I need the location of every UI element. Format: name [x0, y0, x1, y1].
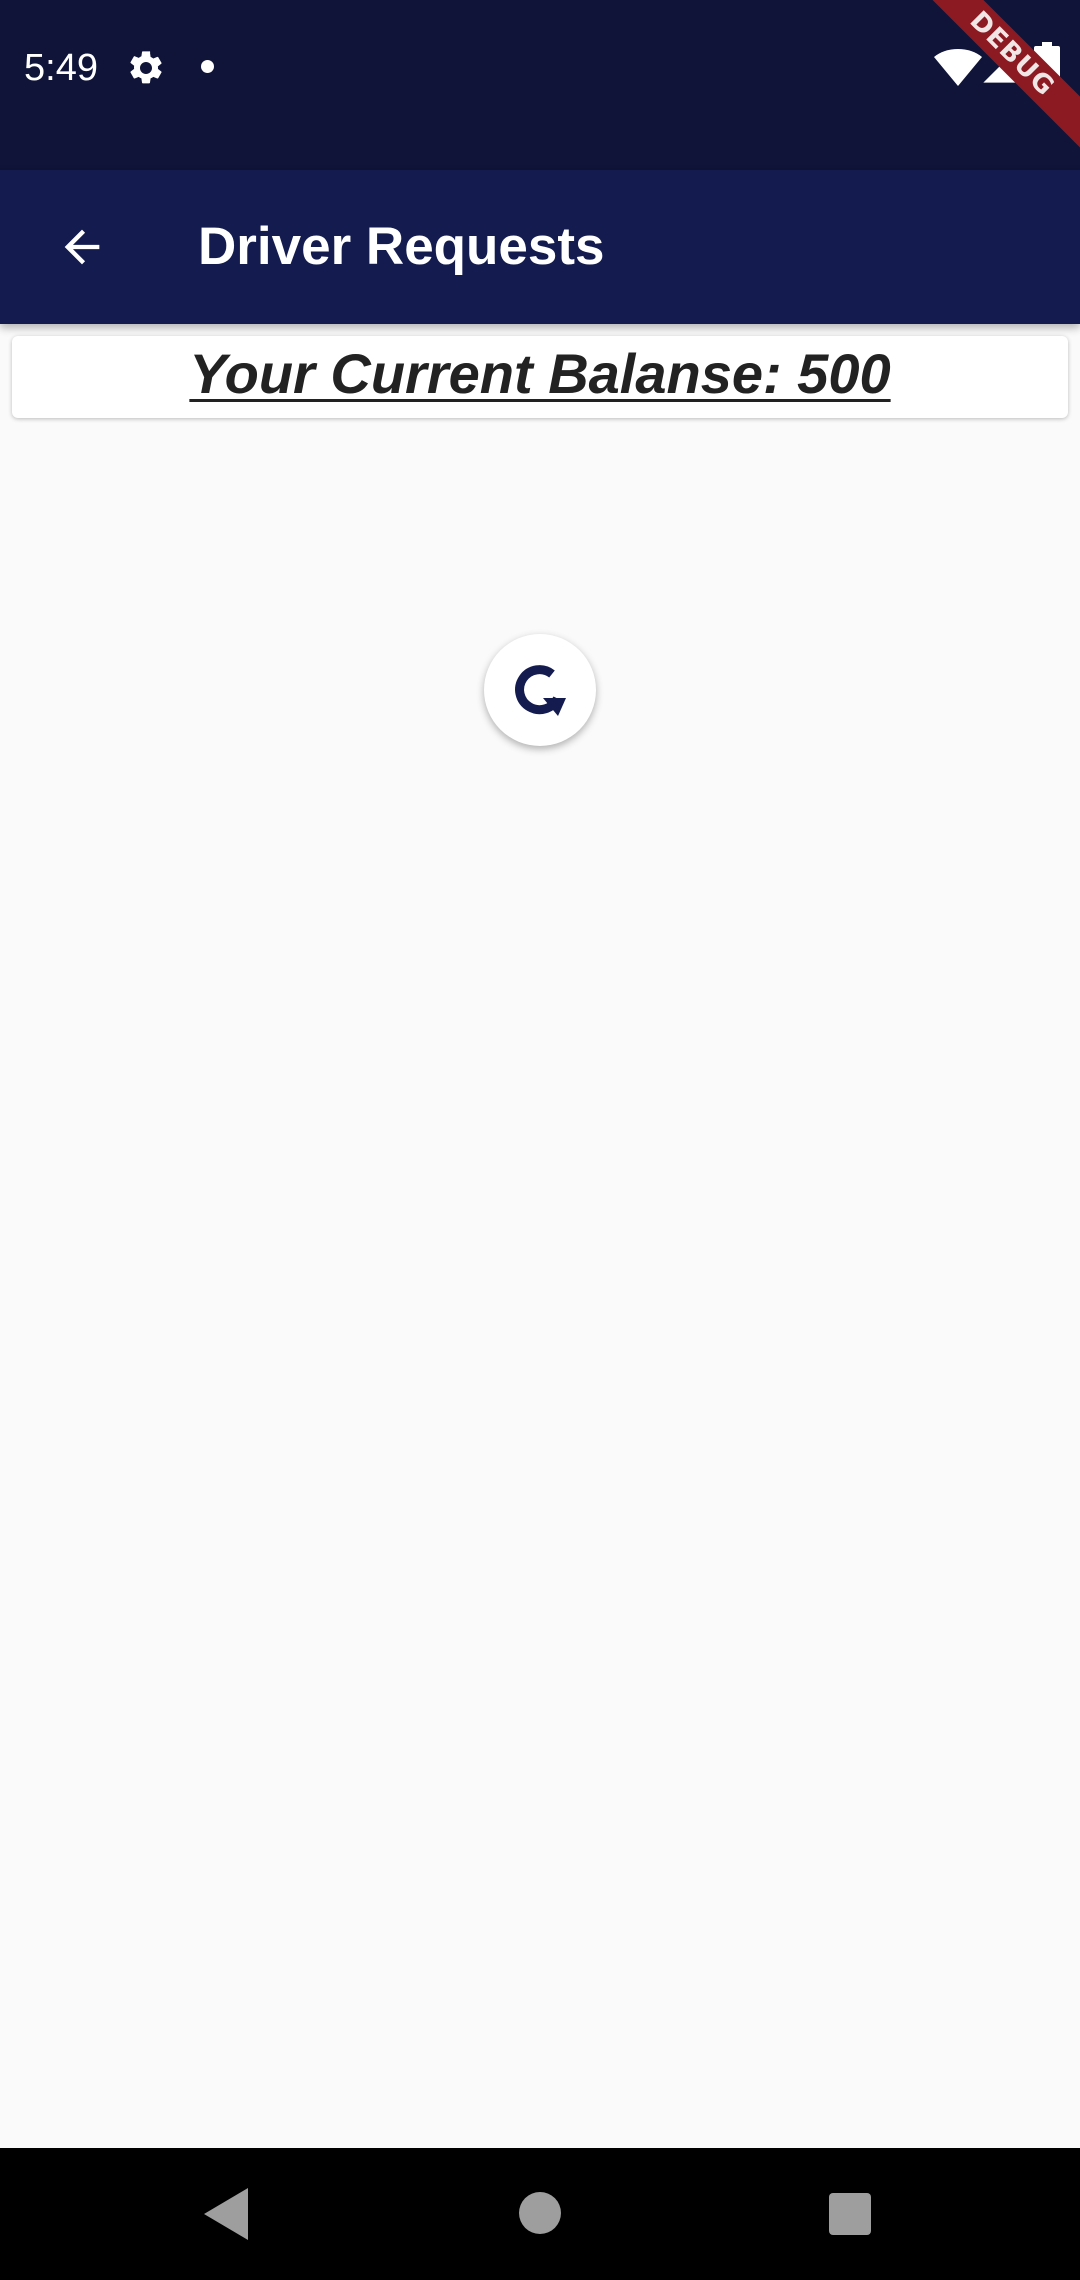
page-title: Driver Requests: [198, 217, 605, 276]
app-bar: Driver Requests: [0, 170, 1080, 324]
gear-icon: [130, 51, 162, 84]
arrow-back-icon: [64, 229, 100, 265]
balance-text: Your Current Balanse: 500: [189, 342, 891, 405]
refresh-icon: [515, 665, 566, 716]
debug-ribbon: DEBUG: [910, 0, 1080, 159]
back-button[interactable]: [40, 205, 124, 289]
balance-card: Your Current Balanse: 500: [12, 336, 1068, 418]
refresh-indicator[interactable]: [484, 634, 596, 746]
nav-home-icon[interactable]: [519, 2192, 561, 2234]
status-bar: 5:49 DEBUG: [0, 0, 1080, 170]
navigation-bar: [0, 2148, 1080, 2280]
nav-back-icon[interactable]: [204, 2188, 248, 2240]
screen: 5:49 DEBUG Driver Requests Your Current …: [0, 0, 1080, 2280]
status-time: 5:49: [24, 47, 98, 89]
notification-dot-icon: [201, 60, 214, 73]
nav-recents-icon[interactable]: [829, 2193, 871, 2235]
debug-banner: DEBUG: [910, 0, 1080, 170]
